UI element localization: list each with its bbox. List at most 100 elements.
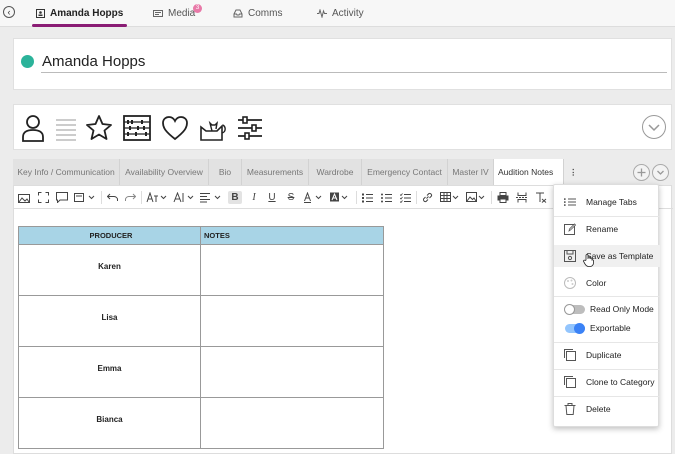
menu-divider (554, 216, 660, 217)
menu-item-color[interactable]: Color (554, 272, 660, 294)
paragraph-format-icon[interactable] (74, 191, 96, 204)
italic-icon[interactable]: I (248, 191, 260, 204)
link-icon[interactable] (421, 191, 433, 204)
notes-cell[interactable] (200, 244, 384, 296)
media-icon (153, 10, 163, 17)
bold-icon[interactable]: B (228, 191, 242, 204)
table-row: Karen (18, 244, 384, 296)
image-gallery-icon[interactable] (18, 191, 30, 204)
background-color-icon[interactable] (330, 191, 350, 204)
font-family-icon[interactable] (173, 191, 195, 204)
producer-cell[interactable]: Emma (18, 346, 201, 398)
fullscreen-icon[interactable] (37, 191, 49, 204)
sliders-icon[interactable] (235, 113, 265, 143)
tab-key-info[interactable]: Key Info / Communication (13, 159, 120, 185)
redo-icon[interactable] (124, 191, 136, 204)
producer-cell[interactable]: Karen (18, 244, 201, 296)
audition-notes-table: PRODUCER NOTES Karen Lisa Emma Bianca (18, 226, 384, 449)
menu-item-label: Read Only Mode (590, 304, 654, 314)
category-icons-bar (13, 104, 672, 150)
list-icon[interactable] (51, 113, 81, 143)
chevron-down-icon (657, 170, 664, 175)
menu-item-exportable[interactable]: Exportable (554, 317, 660, 339)
toolbar-separator (491, 191, 492, 204)
cat-icon[interactable] (197, 113, 227, 143)
table-row: Lisa (18, 295, 384, 347)
exportable-toggle[interactable] (565, 323, 585, 334)
plus-icon (637, 168, 646, 177)
nav-tab-label: Comms (248, 8, 283, 19)
underline-icon[interactable]: U (266, 191, 278, 204)
nav-tab-label: Amanda Hopps (50, 8, 124, 19)
nav-tab-comms[interactable]: Comms (233, 0, 282, 27)
toolbar-separator (101, 191, 102, 204)
table-icon[interactable] (440, 191, 460, 204)
heart-icon[interactable] (160, 113, 190, 143)
tab-audition-notes[interactable]: Audition Notes ⋮ (494, 159, 578, 185)
image-icon[interactable] (466, 191, 486, 204)
nav-tab-label: Media (168, 8, 196, 19)
nav-tab-profile[interactable]: Amanda Hopps (31, 0, 128, 27)
text-color-icon[interactable] (304, 191, 324, 204)
hand-cursor-icon (583, 254, 594, 267)
undo-icon[interactable] (106, 191, 118, 204)
inbox-icon (233, 9, 243, 18)
menu-divider (554, 396, 660, 397)
clone-icon (564, 376, 576, 388)
notification-badge: 3 (193, 4, 202, 13)
copy-icon (564, 349, 576, 361)
tab-emergency-contact[interactable]: Emergency Contact (362, 159, 448, 185)
menu-item-save-as-template[interactable]: Save as Template (554, 245, 660, 267)
producer-cell[interactable]: Lisa (18, 295, 201, 347)
tabs-dropdown-button[interactable] (652, 164, 669, 181)
person-icon[interactable] (18, 113, 48, 143)
ordered-list-icon[interactable] (361, 191, 373, 204)
comment-icon[interactable] (56, 191, 68, 204)
notes-cell[interactable] (200, 346, 384, 398)
menu-item-label: Save as Template (586, 251, 654, 261)
checklist-icon[interactable] (399, 191, 411, 204)
print-icon[interactable] (497, 191, 509, 204)
nav-tab-label: Activity (332, 8, 364, 19)
tab-bio[interactable]: Bio (209, 159, 242, 185)
trash-icon (564, 403, 576, 415)
palette-icon (564, 277, 576, 289)
notes-cell[interactable] (200, 295, 384, 347)
unordered-list-icon[interactable] (380, 191, 392, 204)
chevron-down-icon (648, 124, 660, 132)
menu-item-clone-to-category[interactable]: Clone to Category (554, 371, 660, 393)
nav-tab-activity[interactable]: Activity (317, 0, 364, 27)
menu-item-duplicate[interactable]: Duplicate (554, 344, 660, 366)
more-vertical-icon[interactable]: ⋮ (569, 167, 578, 178)
font-size-icon[interactable] (146, 191, 168, 204)
notes-cell[interactable] (200, 397, 384, 449)
tab-label: Audition Notes (498, 167, 554, 177)
menu-item-label: Duplicate (586, 350, 622, 360)
menu-item-delete[interactable]: Delete (554, 398, 660, 420)
tab-wardrobe[interactable]: Wardrobe (309, 159, 362, 185)
menu-item-rename[interactable]: Rename (554, 218, 660, 240)
list-icon (564, 198, 576, 206)
menu-item-manage-tabs[interactable]: Manage Tabs (554, 191, 660, 213)
nav-tab-media[interactable]: Media 3 (153, 0, 202, 27)
collapse-button[interactable] (642, 115, 666, 139)
edit-icon (564, 223, 576, 235)
top-nav: ‹ Amanda Hopps Media 3 Comms Activity (0, 0, 675, 27)
tab-availability-overview[interactable]: Availability Overview (120, 159, 209, 185)
clear-format-icon[interactable] (535, 191, 547, 204)
back-icon[interactable]: ‹ (3, 6, 15, 18)
tab-measurements[interactable]: Measurements (242, 159, 309, 185)
producer-cell[interactable]: Bianca (18, 397, 201, 449)
strikethrough-icon[interactable]: S (285, 191, 297, 204)
read-only-toggle[interactable] (564, 304, 585, 315)
page-break-icon[interactable] (516, 191, 528, 204)
name-field[interactable] (41, 51, 667, 73)
tab-master-iv[interactable]: Master IV (448, 159, 494, 185)
abacus-icon[interactable] (122, 113, 152, 143)
menu-item-label: Rename (586, 224, 619, 234)
column-header: PRODUCER (18, 226, 201, 245)
menu-item-label: Exportable (590, 323, 631, 333)
add-tab-button[interactable] (633, 164, 650, 181)
star-icon[interactable] (84, 113, 114, 143)
align-icon[interactable] (200, 191, 222, 204)
